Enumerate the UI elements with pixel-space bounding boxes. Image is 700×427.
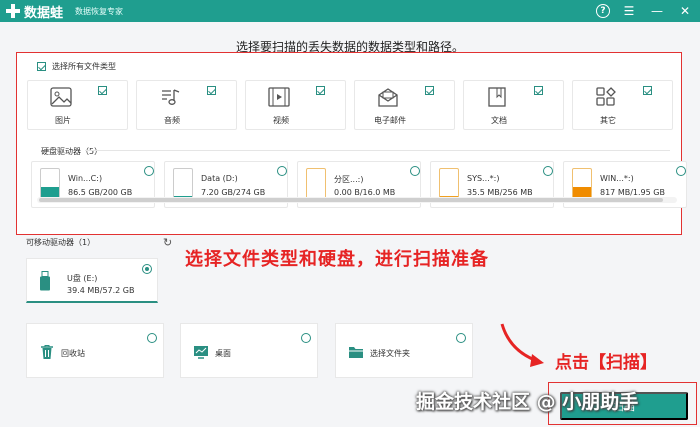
removable-drives-header: 可移动驱动器（1）: [26, 237, 95, 248]
annotation-arrow-icon: [500, 323, 544, 367]
drive-size: 817 MB/1.95 GB: [600, 188, 665, 197]
select-all-row[interactable]: 选择所有文件类型: [37, 61, 116, 72]
file-type-checkbox[interactable]: [207, 86, 216, 95]
image-icon: [50, 87, 72, 107]
location-radio[interactable]: [456, 333, 466, 343]
location-label: 回收站: [61, 349, 85, 358]
drive-radio[interactable]: [277, 166, 287, 176]
usb-drive-card[interactable]: U盘 (E:) 39.4 MB/57.2 GB: [26, 258, 158, 303]
drive-name: Win...C:): [68, 174, 103, 183]
location-choose-folder[interactable]: 选择文件夹: [335, 323, 473, 378]
watermark: 掘金技术社区 @ 小朋助手: [416, 391, 639, 413]
drive-name: 分区...:): [334, 175, 364, 184]
selection-panel: 选择所有文件类型 图片 音频 视频 电子邮件 文档 其它 硬盘驱动器（5） Wi…: [16, 52, 687, 235]
file-type-video[interactable]: 视频: [245, 80, 346, 130]
removable-drives-label: 可移动驱动器（1）: [26, 238, 96, 247]
file-type-label: 文档: [491, 116, 507, 125]
file-type-list: 图片 音频 视频 电子邮件 文档 其它: [27, 80, 677, 130]
drive-name: SYS...*:): [467, 174, 500, 183]
file-type-label: 图片: [55, 116, 71, 125]
location-label: 桌面: [215, 349, 231, 358]
file-type-other[interactable]: 其它: [572, 80, 673, 130]
trash-icon: [41, 345, 53, 359]
menu-icon[interactable]: ☰: [620, 2, 638, 20]
window-controls: ? ☰ — ✕: [596, 2, 694, 20]
file-type-image[interactable]: 图片: [27, 80, 128, 130]
hard-drives-label: 硬盘驱动器（5）: [41, 147, 103, 156]
desktop-icon: [194, 346, 208, 359]
app-logo: 数据蛙: [6, 2, 63, 21]
file-type-label: 电子邮件: [374, 116, 406, 125]
file-type-document[interactable]: 文档: [463, 80, 564, 130]
drive-radio[interactable]: [676, 166, 686, 176]
file-type-checkbox[interactable]: [534, 86, 543, 95]
file-type-checkbox[interactable]: [98, 86, 107, 95]
file-type-label: 视频: [273, 116, 289, 125]
drive-size: 0.00 B/16.0 MB: [334, 188, 396, 197]
video-icon: [268, 87, 290, 107]
title-bar: 数据蛙 数据恢复专家 ? ☰ — ✕: [0, 0, 700, 22]
file-type-checkbox[interactable]: [643, 86, 652, 95]
location-recycle-bin[interactable]: 回收站: [26, 323, 164, 378]
file-type-checkbox[interactable]: [316, 86, 325, 95]
usb-drive-radio[interactable]: [142, 264, 152, 274]
select-all-label: 选择所有文件类型: [52, 62, 116, 71]
file-type-label: 其它: [600, 116, 616, 125]
location-desktop[interactable]: 桌面: [180, 323, 318, 378]
drive-radio[interactable]: [144, 166, 154, 176]
location-radio[interactable]: [147, 333, 157, 343]
drive-size: 86.5 GB/200 GB: [68, 188, 133, 197]
click-hint-annotation: 点击【扫描】: [555, 353, 657, 373]
usb-drive-size: 39.4 MB/57.2 GB: [67, 286, 135, 295]
other-icon: [596, 87, 616, 106]
email-icon: [378, 88, 398, 107]
location-radio[interactable]: [301, 333, 311, 343]
file-type-checkbox[interactable]: [425, 86, 434, 95]
file-type-audio[interactable]: 音频: [136, 80, 237, 130]
app-tagline: 数据恢复专家: [75, 6, 124, 16]
drive-name: Data (D:): [201, 174, 238, 183]
divider: [85, 150, 670, 151]
location-label: 选择文件夹: [370, 349, 410, 358]
drive-size: 35.5 MB/256 MB: [467, 188, 533, 197]
drive-radio[interactable]: [543, 166, 553, 176]
document-icon: [488, 87, 506, 107]
usb-drive-name: U盘 (E:): [67, 274, 98, 283]
horizontal-scrollbar[interactable]: [37, 197, 677, 203]
select-all-checkbox[interactable]: [37, 62, 46, 71]
drive-radio[interactable]: [410, 166, 420, 176]
logo-cross-icon: [6, 4, 20, 18]
file-type-email[interactable]: 电子邮件: [354, 80, 455, 130]
minimize-icon[interactable]: —: [648, 2, 666, 20]
folder-icon: [349, 347, 363, 358]
scrollbar-thumb[interactable]: [39, 198, 663, 202]
help-icon[interactable]: ?: [596, 4, 610, 18]
music-icon: [162, 89, 180, 105]
refresh-icon[interactable]: ↻: [163, 237, 175, 249]
drive-size: 7.20 GB/274 GB: [201, 188, 266, 197]
usb-icon: [40, 271, 50, 291]
app-name: 数据蛙: [24, 5, 64, 21]
drive-name: WIN...*:): [600, 174, 634, 183]
select-hint-annotation: 选择文件类型和硬盘，进行扫描准备: [185, 249, 489, 270]
close-icon[interactable]: ✕: [676, 2, 694, 20]
file-type-label: 音频: [164, 116, 180, 125]
